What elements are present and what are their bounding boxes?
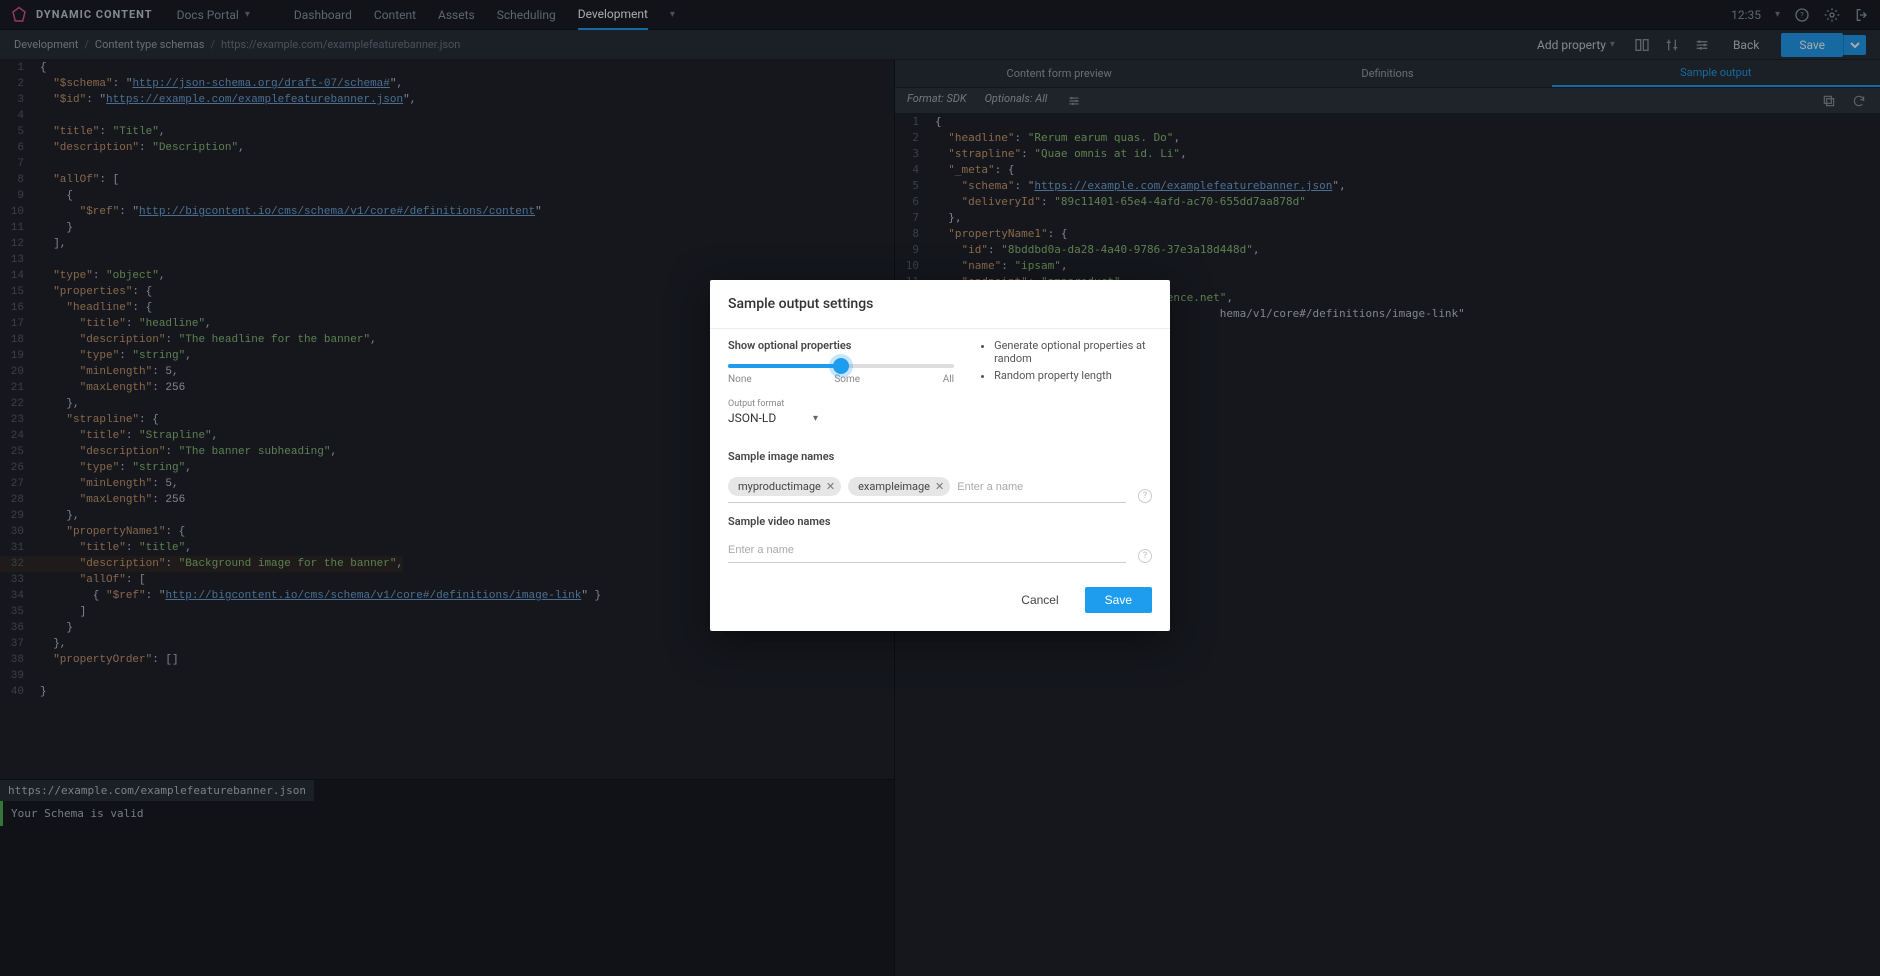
modal-title: Sample output settings <box>710 280 1170 329</box>
sample-videos-label: Sample video names <box>728 515 1152 528</box>
sample-videos-input[interactable] <box>728 536 1126 563</box>
bullet-generate: Generate optional properties at random <box>994 339 1152 365</box>
sample-images-text-input[interactable] <box>957 481 1126 493</box>
slider-all: All <box>943 374 954 385</box>
slider-thumb[interactable] <box>833 358 849 374</box>
bullet-random-length: Random property length <box>994 369 1152 382</box>
sample-videos-text-input[interactable] <box>728 544 1126 556</box>
sample-images-input[interactable]: myproductimage✕ exampleimage✕ <box>728 471 1126 503</box>
chip-remove-icon[interactable]: ✕ <box>826 480 835 493</box>
output-format-label: Output format <box>728 399 954 409</box>
optional-properties-slider[interactable] <box>728 364 954 368</box>
slider-label: Show optional properties <box>728 339 954 352</box>
sample-images-label: Sample image names <box>728 450 1152 463</box>
chip-myproductimage: myproductimage✕ <box>728 477 841 496</box>
info-icon[interactable]: ? <box>1138 549 1152 563</box>
sample-output-settings-modal: Sample output settings Show optional pro… <box>710 280 1170 631</box>
slider-some: Some <box>834 374 860 385</box>
slider-none: None <box>728 374 752 385</box>
info-icon[interactable]: ? <box>1138 489 1152 503</box>
output-format-select[interactable]: JSON-LD ▾ <box>728 409 818 432</box>
modal-overlay[interactable]: Sample output settings Show optional pro… <box>0 0 1880 976</box>
modal-cancel-button[interactable]: Cancel <box>1007 587 1072 613</box>
output-format-value: JSON-LD <box>728 411 776 425</box>
modal-save-button[interactable]: Save <box>1085 587 1152 613</box>
chip-remove-icon[interactable]: ✕ <box>935 480 944 493</box>
chevron-down-icon: ▾ <box>813 413 818 424</box>
chip-exampleimage: exampleimage✕ <box>848 477 950 496</box>
